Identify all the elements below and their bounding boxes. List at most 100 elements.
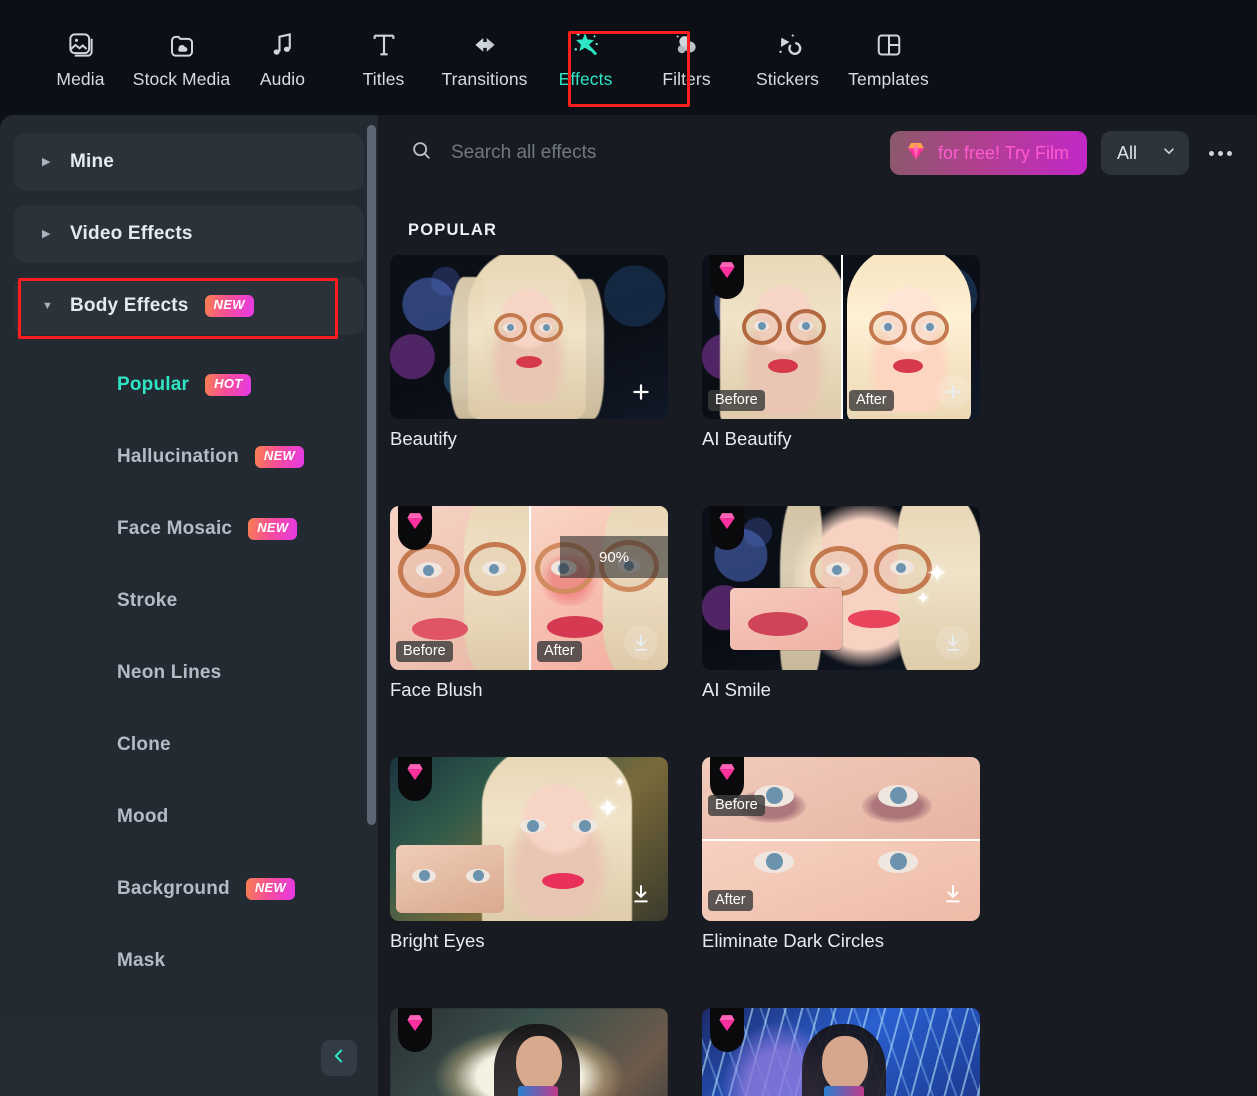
effect-card-glow-partial[interactable] [390, 1008, 685, 1096]
chevron-right-icon: ▶ [42, 155, 51, 168]
effect-thumbnail[interactable]: 90% Before After [390, 506, 668, 670]
tab-filters[interactable]: Filters [636, 19, 737, 97]
effect-thumbnail[interactable] [390, 255, 668, 419]
effect-card-beautify[interactable]: Beautify [390, 255, 685, 450]
sticker-shapes-icon [773, 25, 803, 65]
promo-try-filmora-button[interactable]: for free! Try Film [889, 131, 1087, 175]
transitions-arrows-icon [469, 25, 501, 65]
sidebar-item-face-mosaic[interactable]: Face Mosaic NEW [14, 493, 364, 565]
sidebar-item-label: Mask [117, 950, 166, 971]
chevron-right-icon: ▶ [42, 227, 51, 240]
effects-grid-container: POPULAR Beautify Before After AI Beautif… [378, 191, 1257, 1096]
pro-diamond-badge [710, 506, 744, 550]
collapse-panel-button[interactable] [321, 1040, 357, 1076]
sidebar-item-label: Hallucination [117, 446, 239, 467]
search-toolbar: for free! Try Film All [378, 115, 1257, 191]
sidebar-group-video-effects[interactable]: ▶ Video Effects [14, 205, 364, 263]
text-t-icon [369, 25, 399, 65]
effect-thumbnail[interactable]: ✦ ✦ [390, 757, 668, 921]
effect-card-face-blush[interactable]: 90% Before After Face Blush [390, 506, 685, 701]
tab-transitions[interactable]: Transitions [434, 19, 535, 97]
sidebar-item-mask[interactable]: Mask [14, 925, 364, 997]
tab-effects[interactable]: Effects [535, 19, 636, 97]
effect-thumbnail[interactable] [702, 1008, 980, 1096]
sidebar-group-body-effects[interactable]: ▼ Body Effects NEW [14, 277, 364, 335]
pro-diamond-badge [398, 1008, 432, 1052]
after-label: After [708, 890, 753, 911]
sidebar-item-hallucination[interactable]: Hallucination NEW [14, 421, 364, 493]
effect-thumbnail[interactable] [390, 1008, 668, 1096]
cloud-media-icon [167, 25, 197, 65]
filmora-effects-window: Media Stock Media Audio Titles Transitio… [0, 0, 1257, 1096]
filter-dropdown[interactable]: All [1101, 131, 1189, 175]
sidebar-group-label: Mine [70, 151, 115, 172]
download-icon[interactable] [936, 626, 970, 660]
sidebar-item-mood[interactable]: Mood [14, 781, 364, 853]
tab-label: Stickers [755, 68, 820, 89]
three-circles-icon [672, 25, 702, 65]
tab-audio[interactable]: Audio [232, 19, 333, 97]
effects-content-panel: for free! Try Film All POPULAR [378, 115, 1257, 1096]
effect-thumbnail[interactable]: Before After [702, 757, 980, 921]
sidebar-item-background[interactable]: Background NEW [14, 853, 364, 925]
add-plus-icon[interactable] [624, 375, 658, 409]
sidebar-item-clone[interactable]: Clone [14, 709, 364, 781]
magic-wand-star-icon [569, 25, 603, 65]
effect-card-ai-beautify[interactable]: Before After AI Beautify [702, 255, 997, 450]
tab-stickers[interactable]: Stickers [737, 19, 838, 97]
add-plus-icon[interactable] [936, 375, 970, 409]
sidebar-group-label: Body Effects [70, 295, 189, 316]
more-dots-icon [1226, 150, 1232, 156]
sidebar-item-label: Stroke [117, 590, 178, 611]
effect-card-label: Beautify [390, 428, 457, 449]
section-title: POPULAR [408, 221, 498, 239]
after-label: After [849, 390, 894, 411]
download-icon[interactable] [936, 877, 970, 911]
tab-templates[interactable]: Templates [838, 19, 939, 97]
effect-card-ai-smile[interactable]: ✦ ✦ AI Smile [702, 506, 997, 701]
sidebar-item-stroke[interactable]: Stroke [14, 565, 364, 637]
search-input[interactable] [451, 133, 890, 173]
sidebar-item-neon-lines[interactable]: Neon Lines [14, 637, 364, 709]
sidebar-scrollbar[interactable] [367, 125, 376, 825]
image-media-icon [66, 25, 96, 65]
tab-stock-media[interactable]: Stock Media [131, 19, 232, 97]
effect-thumbnail[interactable]: ✦ ✦ [702, 506, 980, 670]
pro-diamond-badge [710, 1008, 744, 1052]
new-badge: NEW [204, 295, 254, 317]
more-options-button[interactable] [1203, 136, 1237, 170]
tab-label: Titles [362, 68, 405, 89]
download-icon[interactable] [624, 626, 658, 660]
sidebar-item-label: Background [117, 878, 230, 899]
effect-thumbnail[interactable]: Before After [702, 255, 980, 419]
effects-category-sidebar: ▶ Mine ▶ Video Effects ▼ Body Effects NE… [0, 115, 378, 1096]
pro-diamond-badge [398, 757, 432, 801]
progress-indicator: 90% [560, 536, 668, 578]
effects-grid: Beautify Before After AI Beautify 90% Be… [390, 255, 1257, 1096]
download-icon[interactable] [624, 877, 658, 911]
effect-card-electric-partial[interactable] [702, 1008, 997, 1096]
sidebar-item-popular[interactable]: Popular HOT [14, 349, 364, 421]
pro-diamond-badge [398, 506, 432, 550]
tab-media[interactable]: Media [30, 19, 131, 97]
tab-titles[interactable]: Titles [333, 19, 434, 97]
sidebar-group-mine[interactable]: ▶ Mine [14, 133, 364, 191]
tab-label: Media [56, 68, 105, 89]
music-note-icon [268, 25, 298, 65]
layout-panels-icon [874, 25, 904, 65]
promo-label: for free! Try Film [937, 142, 1069, 163]
before-label: Before [396, 641, 453, 662]
sidebar-item-label: Face Mosaic [117, 518, 233, 539]
pro-diamond-badge [710, 255, 744, 299]
new-badge: NEW [254, 446, 305, 468]
sidebar-group-label: Video Effects [70, 223, 193, 244]
main-toolbar: Media Stock Media Audio Titles Transitio… [0, 0, 1257, 115]
effect-card-label: Face Blush [390, 679, 483, 700]
effect-card-eliminate-dark-circles[interactable]: Before After Eliminate Dark Circles [702, 757, 997, 952]
more-dots-icon [1217, 150, 1223, 156]
after-label: After [537, 641, 582, 662]
diamond-icon [904, 139, 928, 168]
new-badge: NEW [245, 878, 296, 900]
tab-label: Stock Media [132, 68, 231, 89]
effect-card-bright-eyes[interactable]: ✦ ✦ Bright Eyes [390, 757, 685, 952]
